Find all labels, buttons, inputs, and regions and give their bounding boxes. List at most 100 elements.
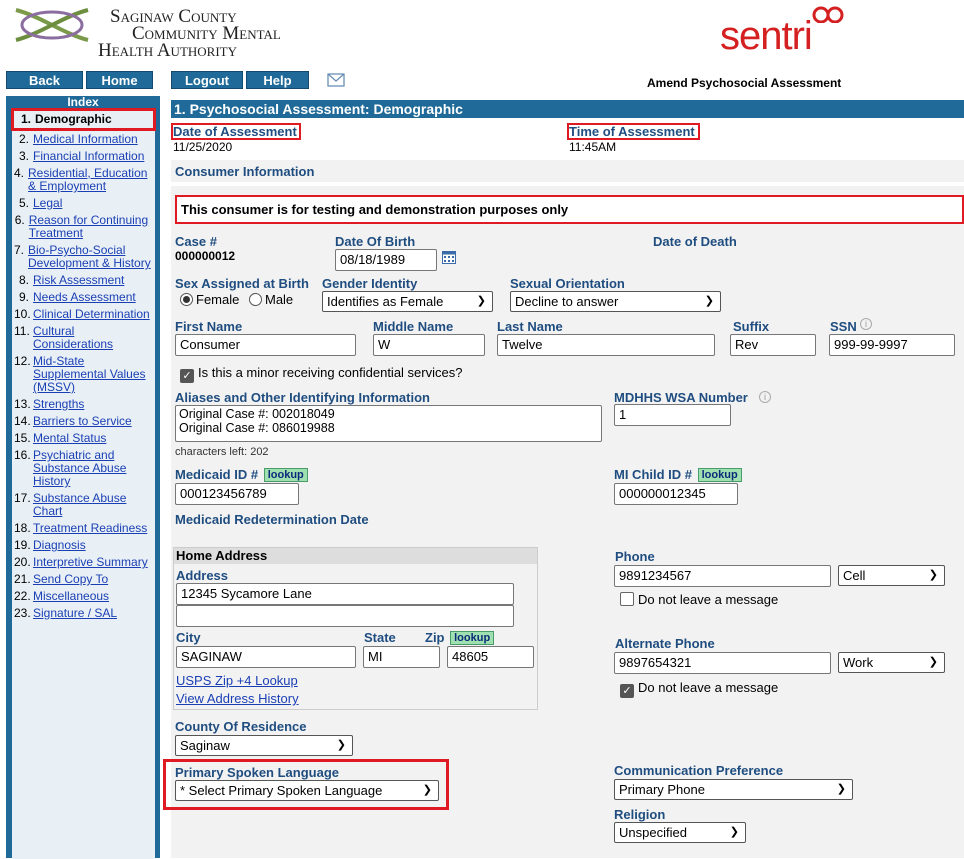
alternate-phone-input[interactable]: 9897654321 [614, 652, 831, 674]
sidebar-item-label[interactable]: Clinical Determination [33, 308, 150, 321]
info-icon[interactable]: i [860, 318, 872, 330]
sidebar-item[interactable]: 12. Mid-State Supplemental Values (MSSV) [12, 353, 155, 396]
sidebar-item[interactable]: 2. Medical Information [12, 131, 155, 148]
sidebar-item-label[interactable]: Signature / SAL [33, 607, 117, 620]
phone-input[interactable]: 9891234567 [614, 565, 831, 587]
sidebar-item-label[interactable]: Legal [33, 197, 62, 210]
sidebar-item[interactable]: 14. Barriers to Service [12, 413, 155, 430]
sidebar-item[interactable]: 21. Send Copy To [12, 571, 155, 588]
state-input[interactable]: MI [363, 646, 440, 668]
phone-no-message-row: Do not leave a message [620, 592, 778, 607]
sidebar-item-label[interactable]: Medical Information [33, 133, 138, 146]
phone-type-select[interactable]: Cell ❯ [838, 565, 945, 586]
sidebar-item[interactable]: 22. Miscellaneous [12, 588, 155, 605]
ssn-label: SSN [830, 319, 857, 334]
aliases-textarea[interactable]: Original Case #: 002018049 Original Case… [175, 405, 602, 442]
sidebar-item[interactable]: 15. Mental Status [12, 430, 155, 447]
calendar-icon[interactable] [442, 250, 456, 264]
sidebar-item-number: 10. [14, 307, 31, 321]
zip-lookup-button[interactable]: lookup [450, 631, 495, 645]
info-icon[interactable]: i [759, 391, 771, 403]
sidebar: Index 1. Demographic 2. Medical Information… [6, 96, 160, 859]
sidebar-item[interactable]: 9. Needs Assessment [12, 289, 155, 306]
county-select[interactable]: Saginaw ❯ [175, 735, 353, 756]
sex-radio-group: Female Male [180, 292, 293, 307]
sidebar-item-label[interactable]: Treatment Readiness [33, 522, 147, 535]
sidebar-item[interactable]: 18. Treatment Readiness [12, 520, 155, 537]
home-button[interactable]: Home [86, 71, 153, 89]
sidebar-item[interactable]: 11. Cultural Considerations [12, 323, 155, 353]
sidebar-item-label[interactable]: Psychiatric and Substance Abuse History [33, 449, 155, 488]
help-button[interactable]: Help [246, 71, 309, 89]
sidebar-item-number: 11. [14, 324, 30, 338]
mi-child-lookup-button[interactable]: lookup [697, 468, 742, 482]
alt-phone-no-message-checkbox[interactable]: ✓ [620, 684, 634, 698]
middle-name-input[interactable]: W [373, 334, 485, 356]
sidebar-item-number: 21. [14, 572, 31, 586]
date-of-birth-label: Date Of Birth [335, 234, 416, 249]
sidebar-item-label[interactable]: Residential, Education & Employment [28, 167, 155, 193]
sexual-orientation-select[interactable]: Decline to answer ❯ [510, 291, 721, 312]
sidebar-item[interactable]: 5. Legal [12, 195, 155, 212]
gender-identity-select[interactable]: Identifies as Female ❯ [322, 291, 493, 312]
logout-button[interactable]: Logout [171, 71, 243, 89]
phone-no-message-checkbox[interactable] [620, 592, 634, 606]
sidebar-item-label[interactable]: Barriers to Service [33, 415, 132, 428]
sidebar-item-label[interactable]: Risk Assessment [33, 274, 124, 287]
sidebar-item-number: 7. [14, 243, 25, 257]
date-of-birth-input[interactable]: 08/18/1989 [335, 249, 437, 271]
ssn-input[interactable]: 999-99-9997 [829, 334, 955, 356]
sidebar-item-label[interactable]: Substance Abuse Chart [33, 492, 155, 518]
primary-language-select[interactable]: * Select Primary Spoken Language ❯ [175, 780, 439, 801]
medicaid-id-input[interactable]: 000123456789 [175, 483, 299, 505]
sidebar-item-label[interactable]: Reason for Continuing Treatment [29, 214, 155, 240]
sidebar-item[interactable]: 10. Clinical Determination [12, 306, 155, 323]
sidebar-item-label[interactable]: Demographic [35, 113, 112, 126]
medicaid-lookup-button[interactable]: lookup [263, 468, 308, 482]
sidebar-item[interactable]: 6. Reason for Continuing Treatment [12, 212, 155, 242]
mail-icon[interactable] [327, 73, 345, 87]
sidebar-item[interactable]: 17. Substance Abuse Chart [12, 490, 155, 520]
sidebar-item-label[interactable]: Mental Status [33, 432, 106, 445]
wsa-number-input[interactable]: 1 [614, 404, 731, 426]
view-address-history-link[interactable]: View Address History [176, 691, 299, 706]
sidebar-item[interactable]: 8. Risk Assessment [12, 272, 155, 289]
address-line1-input[interactable]: 12345 Sycamore Lane [176, 583, 514, 605]
sidebar-item[interactable]: 19. Diagnosis [12, 537, 155, 554]
last-name-input[interactable]: Twelve [497, 334, 715, 356]
alternate-phone-type-select[interactable]: Work ❯ [838, 652, 945, 673]
sex-male-radio[interactable] [248, 293, 262, 306]
sidebar-item-label[interactable]: Send Copy To [33, 573, 108, 586]
sidebar-item[interactable]: 4. Residential, Education & Employment [12, 165, 155, 195]
sidebar-item-label[interactable]: Needs Assessment [33, 291, 136, 304]
sidebar-item[interactable]: 1. Demographic [11, 108, 156, 131]
zip-input[interactable]: 48605 [447, 646, 534, 668]
address-line2-input[interactable] [176, 605, 514, 627]
religion-select[interactable]: Unspecified ❯ [614, 822, 746, 843]
mi-child-id-input[interactable]: 000000012345 [614, 483, 738, 505]
sidebar-item-label[interactable]: Bio-Psycho-Social Development & History [28, 244, 155, 270]
phone-label: Phone [615, 549, 655, 564]
sidebar-item-label[interactable]: Financial Information [33, 150, 144, 163]
minor-confidential-checkbox[interactable]: ✓ [180, 369, 194, 383]
communication-preference-select[interactable]: Primary Phone ❯ [614, 779, 853, 800]
sidebar-item-label[interactable]: Diagnosis [33, 539, 86, 552]
sex-female-radio[interactable] [180, 293, 193, 306]
sidebar-item-label[interactable]: Mid-State Supplemental Values (MSSV) [33, 355, 155, 394]
sidebar-item-label[interactable]: Cultural Considerations [33, 325, 155, 351]
sidebar-item[interactable]: 20. Interpretive Summary [12, 554, 155, 571]
back-button[interactable]: Back [6, 71, 83, 89]
sidebar-item[interactable]: 3. Financial Information [12, 148, 155, 165]
city-input[interactable]: SAGINAW [176, 646, 356, 668]
sidebar-item-label[interactable]: Miscellaneous [33, 590, 109, 603]
sidebar-item[interactable]: 13. Strengths [12, 396, 155, 413]
sidebar-item-label[interactable]: Interpretive Summary [33, 556, 148, 569]
sidebar-item-number: 14. [14, 414, 31, 428]
sidebar-item-label[interactable]: Strengths [33, 398, 84, 411]
sidebar-item[interactable]: 7. Bio-Psycho-Social Development & Histor… [12, 242, 155, 272]
first-name-input[interactable]: Consumer [175, 334, 356, 356]
sidebar-item[interactable]: 16. Psychiatric and Substance Abuse Histo… [12, 447, 155, 490]
usps-zip-lookup-link[interactable]: USPS Zip +4 Lookup [176, 673, 298, 688]
suffix-input[interactable]: Rev [730, 334, 816, 356]
sidebar-item[interactable]: 23. Signature / SAL [12, 605, 155, 622]
